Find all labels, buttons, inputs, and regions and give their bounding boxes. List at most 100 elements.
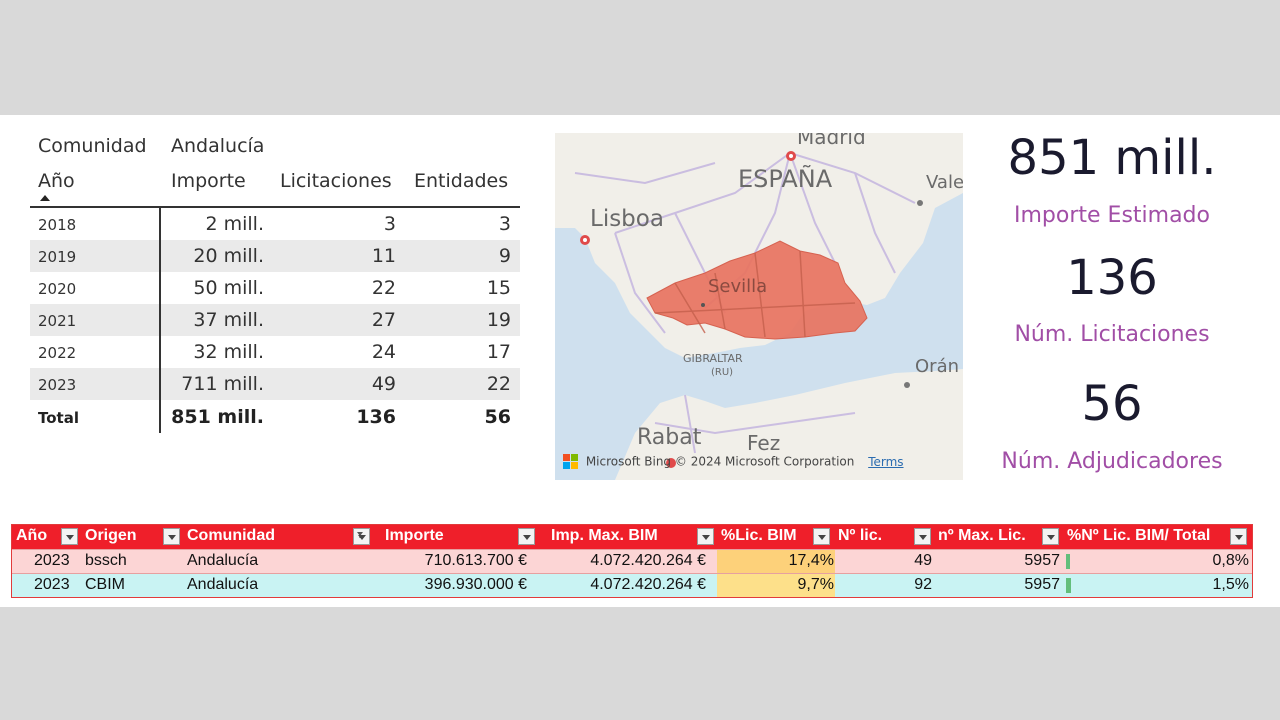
cell-year: 2020 <box>38 280 77 298</box>
cell-n-lic: 49 <box>914 552 932 569</box>
kpi-value-adjudicadores: 56 <box>1081 376 1143 432</box>
column-header-importe[interactable]: Importe <box>171 170 246 192</box>
cell-total-label: Total <box>38 409 79 427</box>
terms-link[interactable]: Terms <box>868 455 903 469</box>
cell-entidades: 17 <box>486 341 511 363</box>
excel-header-pct-lic: %Lic. BIM <box>721 527 797 544</box>
table-row: 2020 50 mill. 22 15 <box>30 272 520 304</box>
cell-ano: 2023 <box>34 552 70 569</box>
map-label-rabat: Rabat <box>637 425 702 450</box>
filter-dropdown-icon[interactable] <box>1042 528 1059 545</box>
matrix-filter-value: Andalucía <box>171 135 265 157</box>
table-row: 2022 32 mill. 24 17 <box>30 336 520 368</box>
microsoft-logo-icon <box>563 454 579 470</box>
column-header-year[interactable]: Año <box>38 170 75 192</box>
excel-header-pct-total: %Nº Lic. BIM/ Total <box>1067 527 1211 544</box>
map-copyright: © 2024 Microsoft Corporation <box>674 454 855 469</box>
table-row: 2023 711 mill. 49 22 <box>30 368 520 400</box>
cell-entidades: 22 <box>486 373 511 395</box>
cell-total-entidades: 56 <box>484 406 511 428</box>
filter-dropdown-icon[interactable] <box>61 528 78 545</box>
cell-n-max: 5957 <box>1024 552 1060 569</box>
kpi-label-licitaciones: Núm. Licitaciones <box>1014 322 1210 347</box>
excel-header-imp-max: Imp. Max. BIM <box>551 527 658 544</box>
cell-pct-lic: 9,7% <box>797 576 834 593</box>
cell-entidades: 3 <box>498 213 511 235</box>
pct-total-databar <box>1066 578 1071 593</box>
cell-year: 2022 <box>38 344 77 362</box>
total-row: Total 851 mill. 136 56 <box>30 401 520 433</box>
cell-origen: CBIM <box>85 576 125 593</box>
cell-n-lic: 92 <box>914 576 932 593</box>
cell-origen: bssch <box>85 552 127 569</box>
cell-entidades: 9 <box>498 245 511 267</box>
sort-ascending-icon[interactable] <box>40 195 50 201</box>
cell-total-licitaciones: 136 <box>356 406 396 428</box>
cell-n-max: 5957 <box>1024 576 1060 593</box>
map-attribution: Microsoft Bing © 2024 Microsoft Corporat… <box>563 454 904 470</box>
map-label-madrid: Madrid <box>797 133 866 149</box>
cell-ano: 2023 <box>34 576 70 593</box>
kpi-label-adjudicadores: Núm. Adjudicadores <box>1001 449 1223 474</box>
excel-header-ano: Año <box>16 527 48 544</box>
cell-importe: 32 mill. <box>193 341 264 363</box>
table-row[interactable]: 2023 bssch Andalucía 710.613.700 € 4.072… <box>12 549 1252 573</box>
map-label-fez: Fez <box>747 431 781 455</box>
map-label-valencia: Vale <box>926 172 963 193</box>
cell-imp-max: 4.072.420.264 € <box>590 576 706 593</box>
cell-year: 2018 <box>38 216 77 234</box>
excel-header-importe: Importe <box>385 527 444 544</box>
cell-year: 2023 <box>38 376 77 394</box>
cell-importe: 50 mill. <box>193 277 264 299</box>
cell-importe: 710.613.700 € <box>424 552 527 569</box>
map-label-oran: Orán <box>915 356 960 377</box>
filter-applied-icon[interactable] <box>353 528 370 545</box>
cell-year: 2021 <box>38 312 77 330</box>
cell-entidades: 15 <box>486 277 511 299</box>
cell-imp-max: 4.072.420.264 € <box>590 552 706 569</box>
excel-header-row: Año Origen Comunidad Importe Imp. Max. B… <box>12 525 1252 549</box>
cell-importe: 396.930.000 € <box>424 576 527 593</box>
filter-dropdown-icon[interactable] <box>1230 528 1247 545</box>
excel-header-comunidad: Comunidad <box>187 527 275 544</box>
excel-header-origen: Origen <box>85 527 137 544</box>
table-row[interactable]: 2023 CBIM Andalucía 396.930.000 € 4.072.… <box>12 573 1252 597</box>
filter-dropdown-icon[interactable] <box>914 528 931 545</box>
map-label-sevilla: Sevilla <box>708 276 768 297</box>
excel-header-n-max: nº Max. Lic. <box>938 527 1026 544</box>
filter-dropdown-icon[interactable] <box>697 528 714 545</box>
cell-comunidad: Andalucía <box>187 552 259 569</box>
cell-pct-total: 0,8% <box>1212 552 1249 569</box>
column-header-licitaciones[interactable]: Licitaciones <box>280 170 392 192</box>
cell-total-importe: 851 mill. <box>171 406 264 428</box>
table-row: 2021 37 mill. 27 19 <box>30 304 520 336</box>
cell-importe: 37 mill. <box>193 309 264 331</box>
map-label-lisboa: Lisboa <box>590 206 664 232</box>
table-row: 2018 2 mill. 3 3 <box>30 208 520 240</box>
cell-licitaciones: 11 <box>371 245 396 267</box>
cell-licitaciones: 3 <box>383 213 396 235</box>
pct-total-databar <box>1066 554 1070 569</box>
filter-dropdown-icon[interactable] <box>518 528 535 545</box>
cell-importe: 2 mill. <box>205 213 264 235</box>
excel-table: Año Origen Comunidad Importe Imp. Max. B… <box>11 524 1253 598</box>
bing-credit: Microsoft Bing <box>585 454 672 469</box>
excel-header-n-lic: Nº lic. <box>838 527 883 544</box>
filter-dropdown-icon[interactable] <box>163 528 180 545</box>
table-row: 2019 20 mill. 11 9 <box>30 240 520 272</box>
cell-comunidad: Andalucía <box>187 576 259 593</box>
cell-pct-total: 1,5% <box>1212 576 1249 593</box>
cell-pct-lic: 17,4% <box>788 552 834 569</box>
cell-licitaciones: 24 <box>371 341 396 363</box>
cell-importe: 711 mill. <box>181 373 264 395</box>
column-header-entidades[interactable]: Entidades <box>414 170 508 192</box>
kpi-value-importe: 851 mill. <box>1007 130 1217 186</box>
map-label-gibraltar: GIBRALTAR <box>683 352 743 365</box>
cell-licitaciones: 27 <box>371 309 396 331</box>
map-label-espana: ESPAÑA <box>738 165 833 193</box>
cell-licitaciones: 49 <box>371 373 396 395</box>
kpi-value-licitaciones: 136 <box>1066 250 1158 306</box>
map-visual[interactable]: Madrid ESPAÑA Vale Lisboa Sevilla GIBRAL… <box>555 133 963 480</box>
row-header-divider <box>159 208 161 433</box>
sort-descending-icon[interactable] <box>813 528 830 545</box>
